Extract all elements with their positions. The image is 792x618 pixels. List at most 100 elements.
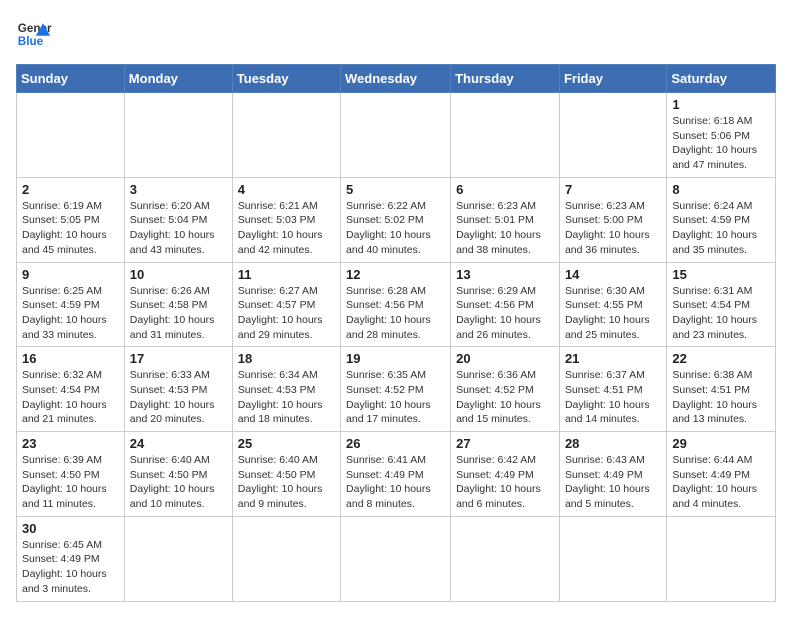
day-info: Sunrise: 6:44 AM Sunset: 4:49 PM Dayligh… <box>672 453 770 512</box>
calendar-cell: 26 Sunrise: 6:41 AM Sunset: 4:49 PM Dayli… <box>341 432 451 517</box>
calendar-cell: 15Sunrise: 6:31 AM Sunset: 4:54 PM Dayli… <box>667 262 776 347</box>
calendar-cell: 1Sunrise: 6:18 AM Sunset: 5:06 PM Daylig… <box>667 93 776 178</box>
day-number: 6 <box>456 182 554 197</box>
day-info: Sunrise: 6:29 AM Sunset: 4:56 PM Dayligh… <box>456 284 554 343</box>
day-number: 4 <box>238 182 335 197</box>
calendar-cell <box>451 516 560 601</box>
calendar-cell <box>559 93 666 178</box>
calendar-cell: 23 Sunrise: 6:39 AM Sunset: 4:50 PM Dayli… <box>17 432 125 517</box>
day-number: 8 <box>672 182 770 197</box>
day-number: 22 <box>672 351 770 366</box>
calendar-cell: 29 Sunrise: 6:44 AM Sunset: 4:49 PM Dayli… <box>667 432 776 517</box>
day-info: Sunrise: 6:19 AM Sunset: 5:05 PM Dayligh… <box>22 199 119 258</box>
calendar-cell: 10 Sunrise: 6:26 AM Sunset: 4:58 PM Dayli… <box>124 262 232 347</box>
day-number: 5 <box>346 182 445 197</box>
day-number: 13 <box>456 267 554 282</box>
logo-icon: General Blue <box>16 16 52 52</box>
calendar-cell: 12Sunrise: 6:28 AM Sunset: 4:56 PM Dayli… <box>341 262 451 347</box>
day-info: Sunrise: 6:22 AM Sunset: 5:02 PM Dayligh… <box>346 199 445 258</box>
day-number: 25 <box>238 436 335 451</box>
weekday-sunday: Sunday <box>17 65 125 93</box>
day-info: Sunrise: 6:41 AM Sunset: 4:49 PM Dayligh… <box>346 453 445 512</box>
day-number: 26 <box>346 436 445 451</box>
svg-text:Blue: Blue <box>18 35 44 48</box>
day-number: 18 <box>238 351 335 366</box>
day-number: 24 <box>130 436 227 451</box>
day-info: Sunrise: 6:31 AM Sunset: 4:54 PM Dayligh… <box>672 284 770 343</box>
calendar-cell: 9 Sunrise: 6:25 AM Sunset: 4:59 PM Daylig… <box>17 262 125 347</box>
calendar-cell: 3 Sunrise: 6:20 AM Sunset: 5:04 PM Daylig… <box>124 177 232 262</box>
calendar-cell: 4Sunrise: 6:21 AM Sunset: 5:03 PM Daylig… <box>232 177 340 262</box>
day-info: Sunrise: 6:43 AM Sunset: 4:49 PM Dayligh… <box>565 453 661 512</box>
day-number: 7 <box>565 182 661 197</box>
day-number: 10 <box>130 267 227 282</box>
calendar-cell: 25 Sunrise: 6:40 AM Sunset: 4:50 PM Dayli… <box>232 432 340 517</box>
day-info: Sunrise: 6:28 AM Sunset: 4:56 PM Dayligh… <box>346 284 445 343</box>
weekday-header-row: SundayMondayTuesdayWednesdayThursdayFrid… <box>17 65 776 93</box>
page-header: General Blue <box>16 16 776 52</box>
day-number: 19 <box>346 351 445 366</box>
day-number: 11 <box>238 267 335 282</box>
calendar-cell: 20 Sunrise: 6:36 AM Sunset: 4:52 PM Dayli… <box>451 347 560 432</box>
weekday-monday: Monday <box>124 65 232 93</box>
calendar-cell <box>341 93 451 178</box>
calendar-cell: 6Sunrise: 6:23 AM Sunset: 5:01 PM Daylig… <box>451 177 560 262</box>
day-info: Sunrise: 6:34 AM Sunset: 4:53 PM Dayligh… <box>238 368 335 427</box>
calendar-cell <box>124 93 232 178</box>
week-row-5: 30 Sunrise: 6:45 AM Sunset: 4:49 PM Dayli… <box>17 516 776 601</box>
calendar-cell: 28Sunrise: 6:43 AM Sunset: 4:49 PM Dayli… <box>559 432 666 517</box>
calendar-cell <box>124 516 232 601</box>
day-number: 23 <box>22 436 119 451</box>
weekday-saturday: Saturday <box>667 65 776 93</box>
calendar-cell: 24 Sunrise: 6:40 AM Sunset: 4:50 PM Dayli… <box>124 432 232 517</box>
day-info: Sunrise: 6:24 AM Sunset: 4:59 PM Dayligh… <box>672 199 770 258</box>
day-number: 21 <box>565 351 661 366</box>
calendar-cell <box>232 516 340 601</box>
day-info: Sunrise: 6:27 AM Sunset: 4:57 PM Dayligh… <box>238 284 335 343</box>
day-info: Sunrise: 6:20 AM Sunset: 5:04 PM Dayligh… <box>130 199 227 258</box>
week-row-4: 23 Sunrise: 6:39 AM Sunset: 4:50 PM Dayli… <box>17 432 776 517</box>
day-info: Sunrise: 6:33 AM Sunset: 4:53 PM Dayligh… <box>130 368 227 427</box>
day-info: Sunrise: 6:32 AM Sunset: 4:54 PM Dayligh… <box>22 368 119 427</box>
day-number: 29 <box>672 436 770 451</box>
day-info: Sunrise: 6:18 AM Sunset: 5:06 PM Dayligh… <box>672 114 770 173</box>
weekday-wednesday: Wednesday <box>341 65 451 93</box>
calendar-cell: 21 Sunrise: 6:37 AM Sunset: 4:51 PM Dayli… <box>559 347 666 432</box>
day-number: 9 <box>22 267 119 282</box>
day-number: 17 <box>130 351 227 366</box>
day-info: Sunrise: 6:37 AM Sunset: 4:51 PM Dayligh… <box>565 368 661 427</box>
day-info: Sunrise: 6:40 AM Sunset: 4:50 PM Dayligh… <box>238 453 335 512</box>
weekday-tuesday: Tuesday <box>232 65 340 93</box>
calendar-cell: 17 Sunrise: 6:33 AM Sunset: 4:53 PM Dayli… <box>124 347 232 432</box>
calendar-cell: 22 Sunrise: 6:38 AM Sunset: 4:51 PM Dayli… <box>667 347 776 432</box>
calendar-cell: 13 Sunrise: 6:29 AM Sunset: 4:56 PM Dayli… <box>451 262 560 347</box>
day-info: Sunrise: 6:36 AM Sunset: 4:52 PM Dayligh… <box>456 368 554 427</box>
day-info: Sunrise: 6:40 AM Sunset: 4:50 PM Dayligh… <box>130 453 227 512</box>
week-row-3: 16 Sunrise: 6:32 AM Sunset: 4:54 PM Dayli… <box>17 347 776 432</box>
day-number: 30 <box>22 521 119 536</box>
day-info: Sunrise: 6:23 AM Sunset: 5:00 PM Dayligh… <box>565 199 661 258</box>
calendar-cell: 19Sunrise: 6:35 AM Sunset: 4:52 PM Dayli… <box>341 347 451 432</box>
logo: General Blue <box>16 16 52 52</box>
calendar-cell <box>232 93 340 178</box>
day-info: Sunrise: 6:45 AM Sunset: 4:49 PM Dayligh… <box>22 538 119 597</box>
day-number: 2 <box>22 182 119 197</box>
day-info: Sunrise: 6:26 AM Sunset: 4:58 PM Dayligh… <box>130 284 227 343</box>
calendar-cell <box>341 516 451 601</box>
calendar-cell: 30 Sunrise: 6:45 AM Sunset: 4:49 PM Dayli… <box>17 516 125 601</box>
day-number: 3 <box>130 182 227 197</box>
day-number: 16 <box>22 351 119 366</box>
day-info: Sunrise: 6:30 AM Sunset: 4:55 PM Dayligh… <box>565 284 661 343</box>
weekday-thursday: Thursday <box>451 65 560 93</box>
day-info: Sunrise: 6:25 AM Sunset: 4:59 PM Dayligh… <box>22 284 119 343</box>
calendar-cell: 14Sunrise: 6:30 AM Sunset: 4:55 PM Dayli… <box>559 262 666 347</box>
calendar-cell <box>451 93 560 178</box>
calendar-table: SundayMondayTuesdayWednesdayThursdayFrid… <box>16 64 776 602</box>
calendar-cell: 27Sunrise: 6:42 AM Sunset: 4:49 PM Dayli… <box>451 432 560 517</box>
week-row-0: 1Sunrise: 6:18 AM Sunset: 5:06 PM Daylig… <box>17 93 776 178</box>
day-number: 20 <box>456 351 554 366</box>
calendar-cell <box>559 516 666 601</box>
day-info: Sunrise: 6:39 AM Sunset: 4:50 PM Dayligh… <box>22 453 119 512</box>
day-info: Sunrise: 6:38 AM Sunset: 4:51 PM Dayligh… <box>672 368 770 427</box>
calendar-cell <box>667 516 776 601</box>
